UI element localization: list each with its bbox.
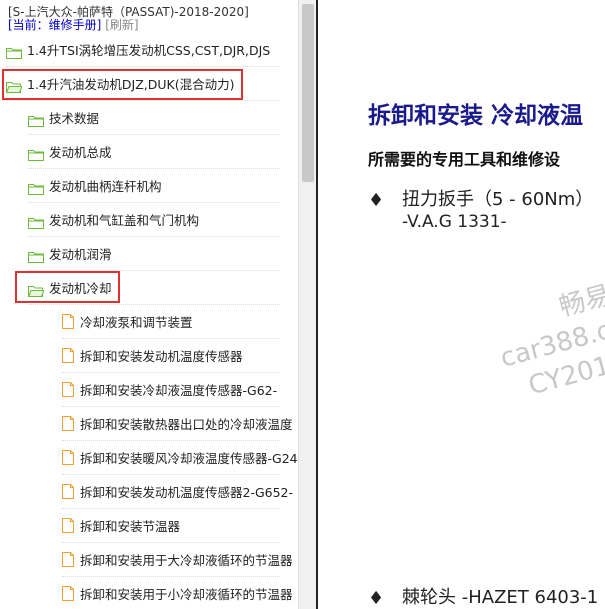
tree-doc-item[interactable]: 拆卸和安装冷却液温度传感器-G62- [62,373,280,407]
folder-icon [28,248,44,263]
tree-folder-item[interactable]: 发动机曲柄连杆机构 [28,169,280,203]
refresh-link[interactable]: [刷新] [105,18,138,32]
bullet-icon: ♦ [368,588,385,609]
folder-open-icon [27,282,45,297]
tree-item-label: 拆卸和安装用于小冷却液循环的节温器 [80,587,293,602]
document-icon [62,416,74,431]
folder-icon [28,146,44,161]
scrollbar-thumb[interactable] [302,4,314,182]
tree-doc-item[interactable]: 拆卸和安装用于大冷却液循环的节温器 [62,543,293,577]
tree-doc-item[interactable]: 拆卸和安装散热器出口处的冷却液温度 [62,407,293,441]
document-icon [62,484,74,499]
tool-torque-wrench: 扭力扳手（5 - 60Nm） [402,189,594,210]
document-icon [62,552,74,567]
document-icon [62,586,74,601]
tree-doc-item[interactable]: 拆卸和安装发动机温度传感器 [62,339,280,373]
tool-ratchet-head: 棘轮头 -HAZET 6403-1 [402,587,599,608]
tree-doc-item[interactable]: 冷却液泵和调节装置 [62,305,280,339]
folder-open-icon [5,78,23,93]
tree-item-label: 拆卸和安装发动机温度传感器2-G652- [80,485,294,500]
tree-scrollbar[interactable] [298,0,316,609]
tree-item-label: 发动机总成 [49,145,112,160]
tree-folder-item[interactable]: 发动机总成 [28,135,280,169]
tree-doc-item[interactable]: 拆卸和安装用于小冷却液循环的节温器 [62,577,293,609]
folder-icon [28,112,44,127]
document-icon [62,348,74,363]
folder-icon [6,44,22,59]
content-panel: 拆卸和安装 冷却液温 所需要的专用工具和维修设 ♦ 扭力扳手（5 - 60Nm）… [316,0,605,609]
tree-item-label: 拆卸和安装冷却液温度传感器-G62- [80,383,278,398]
tool-torque-wrench-code: -V.A.G 1331- [402,212,507,232]
tree-header: [S-上汽大众-帕萨特（PASSAT)-2018-2020] [当前：维修手册]… [8,6,249,32]
tree-folder-item[interactable]: 发动机和气缸盖和气门机构 [28,203,280,237]
tree-folder-item[interactable]: 发动机冷却 [27,271,280,305]
document-icon [62,450,74,465]
tree-item-label: 1.4升TSI涡轮增压发动机CSS,CST,DJR,DJS [27,43,271,58]
folder-icon [28,180,44,195]
tree-item-label: 拆卸和安装用于大冷却液循环的节温器 [80,553,293,568]
tree-item-label: 发动机曲柄连杆机构 [49,179,162,194]
tree-doc-item[interactable]: 拆卸和安装节温器 [62,509,280,543]
tree-item-label: 发动机和气缸盖和气门机构 [49,213,200,228]
page-title: 拆卸和安装 冷却液温 [368,103,584,129]
tree-item-label: 冷却液泵和调节装置 [80,315,193,330]
folder-icon [28,214,44,229]
document-icon [62,518,74,533]
current-mode-label: [当前：维修手册] [8,18,102,32]
bullet-icon: ♦ [368,190,385,211]
document-icon [62,314,74,329]
tree-panel: [S-上汽大众-帕萨特（PASSAT)-2018-2020] [当前：维修手册]… [0,0,298,609]
tree-item-label: 技术数据 [49,111,100,126]
watermark: 畅易 car388.c CY201 [488,278,605,408]
tree-item-label: 发动机冷却 [49,281,112,296]
tree-item-label: 发动机润滑 [49,247,112,262]
tree-item-label: 拆卸和安装暖风冷却液温度传感器-G24 [80,451,298,466]
tree-folder-item[interactable]: 技术数据 [28,101,280,135]
tree-folder-item[interactable]: 1.4升汽油发动机DJZ,DUK(混合动力) [5,67,280,101]
tree-folder-item[interactable]: 发动机润滑 [28,237,280,271]
tree-folder-item[interactable]: 1.4升TSI涡轮增压发动机CSS,CST,DJR,DJS [6,33,280,67]
tools-heading: 所需要的专用工具和维修设 [368,150,561,169]
tree-doc-item[interactable]: 拆卸和安装发动机温度传感器2-G652- [62,475,293,509]
tree-item-label: 拆卸和安装节温器 [80,519,181,534]
tree-item-label: 拆卸和安装发动机温度传感器 [80,349,243,364]
document-icon [62,382,74,397]
tree-item-label: 1.4升汽油发动机DJZ,DUK(混合动力) [27,77,235,92]
tree-item-label: 拆卸和安装散热器出口处的冷却液温度 [80,417,293,432]
tree-doc-item[interactable]: 拆卸和安装暖风冷却液温度传感器-G24 [62,441,298,475]
